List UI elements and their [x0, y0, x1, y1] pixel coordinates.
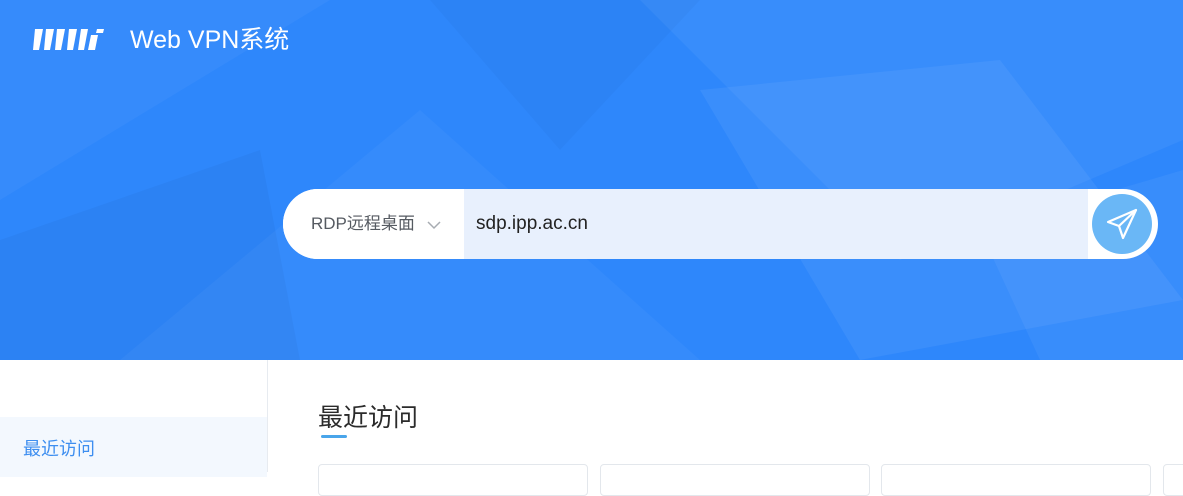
recent-card[interactable]	[600, 464, 870, 496]
protocol-select-label: RDP远程桌面	[311, 214, 415, 233]
header-banner: Web VPN系统 RDP远程桌面	[0, 0, 1183, 360]
go-button[interactable]	[1092, 194, 1152, 254]
chevron-down-icon	[427, 217, 441, 230]
paper-plane-icon	[1106, 208, 1138, 240]
sidebar: 最近访问	[0, 360, 268, 477]
url-input[interactable]	[464, 189, 1088, 259]
recent-card[interactable]	[318, 464, 588, 496]
section-title-underline	[321, 435, 347, 438]
section-title: 最近访问	[318, 404, 419, 432]
school-logo-icon	[33, 27, 105, 52]
sidebar-item-recent[interactable]: 最近访问	[0, 417, 267, 477]
protocol-select[interactable]: RDP远程桌面	[283, 189, 464, 259]
sidebar-item-label: 最近访问	[23, 439, 95, 459]
recent-card[interactable]	[881, 464, 1151, 496]
recent-card[interactable]	[1163, 464, 1183, 496]
search-bar: RDP远程桌面	[283, 189, 1158, 259]
app-title: Web VPN系统	[130, 26, 290, 54]
